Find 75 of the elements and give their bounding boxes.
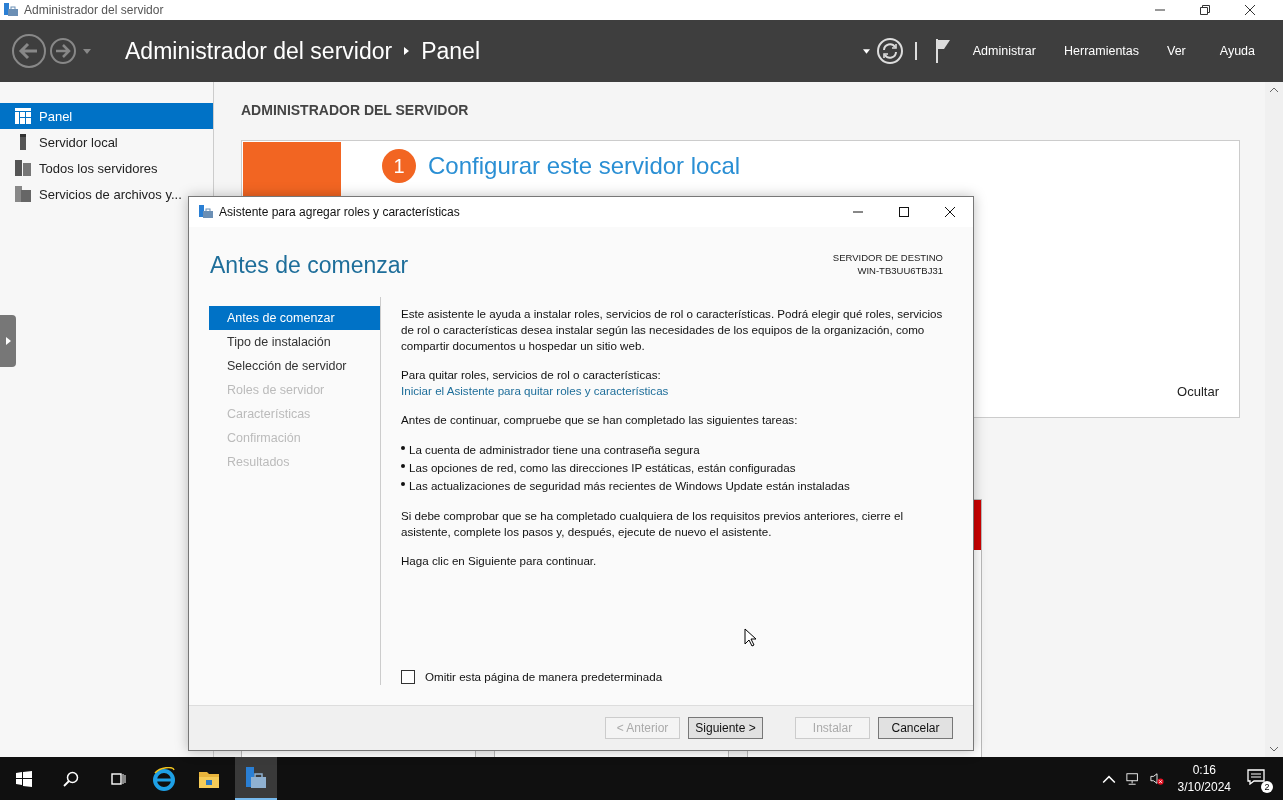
app-icon xyxy=(3,2,19,18)
menu-item[interactable]: Administrar xyxy=(972,44,1036,58)
bullet-icon xyxy=(401,446,405,450)
servers-icon xyxy=(15,160,31,176)
mouse-cursor-icon xyxy=(744,628,756,647)
bullet-icon xyxy=(401,482,405,486)
sidebar-item[interactable]: Servicios de archivos y... xyxy=(0,181,213,207)
skip-checkbox-label[interactable]: Omitir esta página de manera predeterminada xyxy=(425,669,663,685)
sidebar-item[interactable]: Todos los servidores xyxy=(0,155,213,181)
app-icon xyxy=(198,204,214,220)
skip-checkbox[interactable] xyxy=(401,670,415,684)
scroll-up-icon[interactable] xyxy=(1270,87,1278,92)
task-view-icon[interactable] xyxy=(110,770,126,787)
wizard-step: Confirmación xyxy=(209,426,380,450)
remove-label: Para quitar roles, servicios de rol o características: xyxy=(401,367,662,383)
breadcrumb-current: Panel xyxy=(421,37,480,65)
refresh-icon[interactable] xyxy=(876,38,903,64)
menu-item[interactable]: Ver xyxy=(1167,44,1186,58)
closing-paragraph: Si debe comprobar que se ha completado cualquiera de los requisitos previos anteriores, cierre el asistente, complete los pasos y, después, ejecute de nuevo el asistente. xyxy=(401,508,905,540)
folder-icon xyxy=(15,186,31,202)
browser-icon[interactable] xyxy=(152,766,176,791)
scrollbar[interactable] xyxy=(1265,82,1283,757)
step-link[interactable]: Configurar este servidor local xyxy=(428,152,741,180)
maximize-icon[interactable] xyxy=(899,207,909,217)
close-icon[interactable] xyxy=(1245,5,1255,15)
sidebar-item[interactable]: Servidor local xyxy=(0,129,213,155)
wizard-step[interactable]: Antes de comenzar xyxy=(209,306,380,330)
menu-item[interactable]: Ayuda xyxy=(1219,44,1255,58)
wizard-step[interactable]: Selección de servidor xyxy=(209,354,380,378)
window-title: Administrador del servidor xyxy=(24,3,164,17)
active-taskbar-app[interactable] xyxy=(235,757,277,800)
flag-icon[interactable] xyxy=(934,39,951,63)
intro-paragraph: Este asistente le ayuda a instalar roles, servicios de rol o características. Podrá elegir qué roles, servicios de rol o características desea instalar según las necesidades de los equipos de la organización, como compartir documentos u hospedar un sitio web. xyxy=(401,306,944,354)
wizard-step[interactable]: Tipo de instalación xyxy=(209,330,380,354)
restore-icon[interactable] xyxy=(1200,5,1210,15)
back-icon[interactable] xyxy=(11,33,47,69)
notification-count: 2 xyxy=(1261,780,1273,793)
destination-server: WIN-TB3UU6TBJ31 xyxy=(857,265,943,276)
dashboard-icon xyxy=(15,108,31,124)
clock-time[interactable]: 0:16 xyxy=(1192,763,1216,777)
panel-expand-tab[interactable] xyxy=(0,315,16,367)
toolbox-icon xyxy=(244,765,268,790)
page-title: Antes de comenzar xyxy=(210,252,409,280)
next-button[interactable]: Siguiente > xyxy=(688,717,763,739)
menu-item[interactable]: Herramientas xyxy=(1064,44,1139,58)
breadcrumb-root[interactable]: Administrador del servidor xyxy=(125,37,393,65)
step-number: 1 xyxy=(382,149,416,183)
dropdown-icon[interactable] xyxy=(862,48,870,54)
clock-date[interactable]: 3/10/2024 xyxy=(1177,780,1231,794)
muted-speaker-icon[interactable] xyxy=(1149,771,1164,786)
network-icon[interactable] xyxy=(1125,771,1140,786)
prerequisite-item: Las opciones de red, como las direcciones IP estáticas, están configuradas xyxy=(409,460,796,476)
cancel-button[interactable]: Cancelar xyxy=(878,717,953,739)
close-icon[interactable] xyxy=(945,207,955,217)
forward-icon[interactable] xyxy=(49,37,77,65)
hide-link[interactable]: Ocultar xyxy=(1177,384,1219,399)
scroll-down-icon[interactable] xyxy=(1270,747,1278,752)
destination-label: SERVIDOR DE DESTINO xyxy=(832,252,943,263)
prerequisite-item: La cuenta de administrador tiene una contraseña segura xyxy=(409,442,700,458)
remove-wizard-link[interactable]: Iniciar el Asistente para quitar roles y características xyxy=(401,384,669,397)
wizard-step: Características xyxy=(209,402,380,426)
sidebar-item[interactable]: Panel xyxy=(0,103,213,129)
breadcrumb-arrow-icon xyxy=(404,47,410,55)
prerequisite-item: Las actualizaciones de seguridad más recientes de Windows Update están instaladas xyxy=(409,478,850,494)
search-icon[interactable] xyxy=(63,770,79,787)
wizard-step: Roles de servidor xyxy=(209,378,380,402)
wizard-step: Resultados xyxy=(209,450,380,474)
caret-icon xyxy=(5,337,11,345)
dialog-title: Asistente para agregar roles y características xyxy=(219,205,460,219)
bullet-icon xyxy=(401,464,405,468)
prerequisites-intro: Antes de continuar, compruebe que se han completado las siguientes tareas: xyxy=(401,412,799,428)
notifications-icon[interactable] xyxy=(1247,768,1265,785)
start-icon[interactable] xyxy=(16,770,32,787)
next-hint: Haga clic en Siguiente para continuar. xyxy=(401,553,598,569)
section-heading: ADMINISTRADOR DEL SERVIDOR xyxy=(241,102,470,120)
